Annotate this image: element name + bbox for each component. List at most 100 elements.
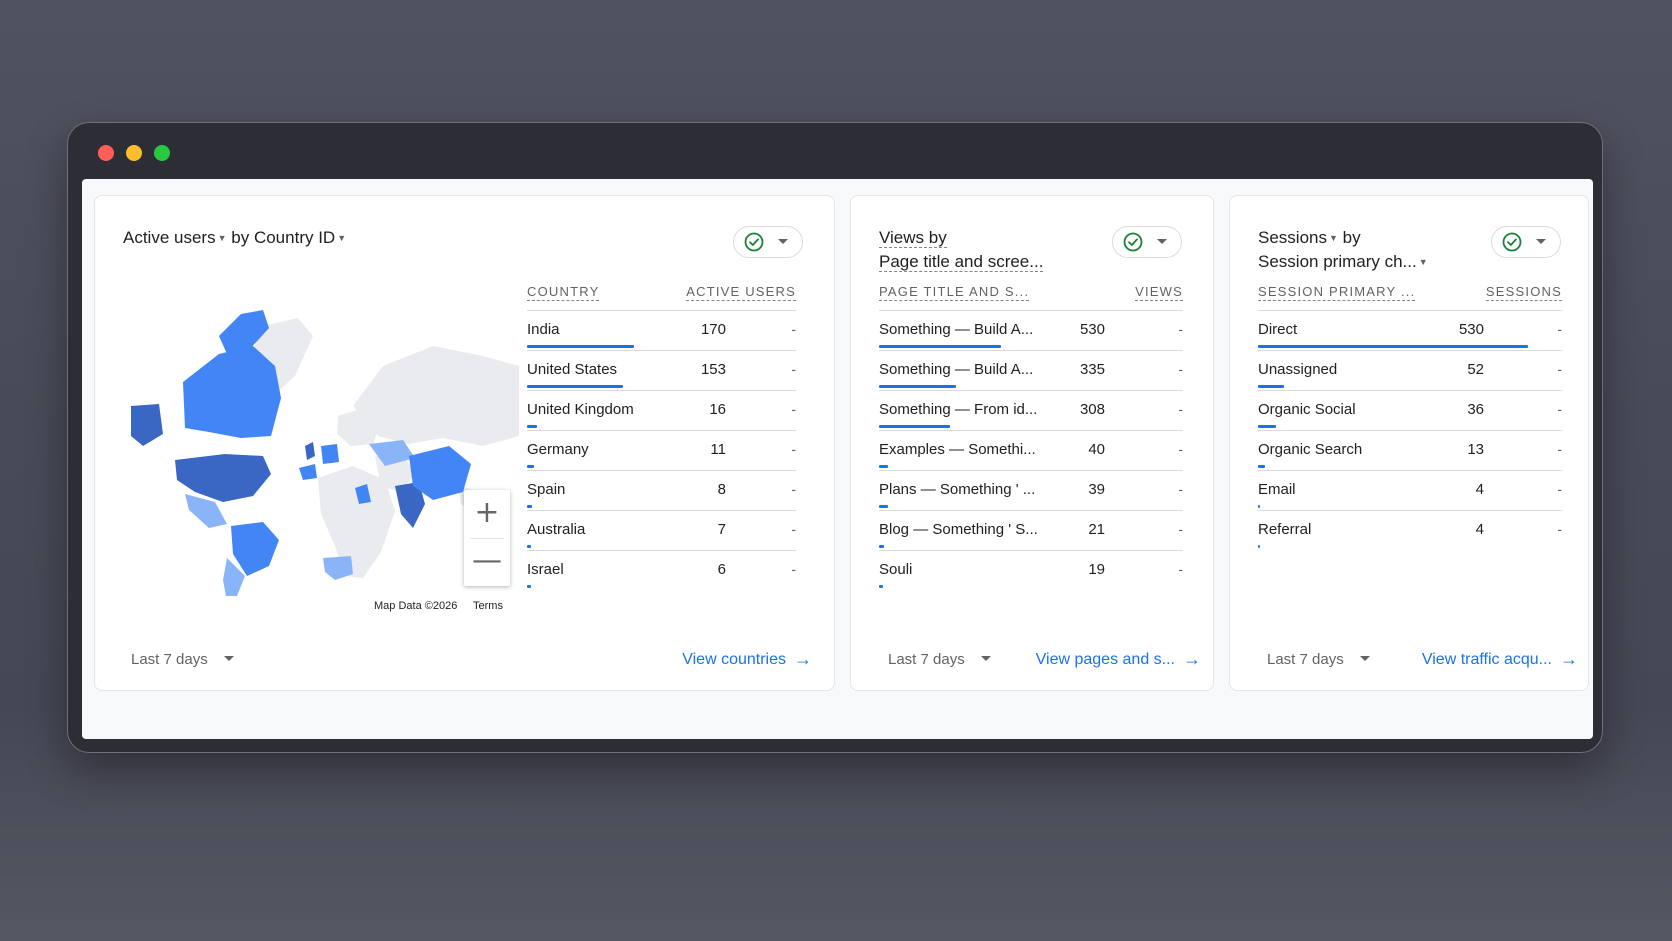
row-label: Germany xyxy=(527,441,589,458)
card-status-chip[interactable] xyxy=(733,226,803,258)
card-status-chip[interactable] xyxy=(1112,226,1182,258)
chevron-down-icon xyxy=(1536,239,1546,244)
dimension-selector[interactable]: Session primary ch... ▼ xyxy=(1258,252,1428,271)
map-zoom-control: + — xyxy=(464,490,510,586)
table-row[interactable]: Australia 7 - xyxy=(527,511,796,551)
row-comparison: - xyxy=(1178,481,1183,497)
row-label: United Kingdom xyxy=(527,401,634,418)
zoom-in-button[interactable]: + xyxy=(464,490,510,538)
date-range-selector[interactable]: Last 7 days xyxy=(131,651,234,668)
metric-selector[interactable]: Views by xyxy=(879,228,947,248)
row-share-bar xyxy=(527,505,532,508)
row-label: India xyxy=(527,321,560,338)
row-share-bar xyxy=(879,505,888,508)
table-row[interactable]: Unassigned 52 - xyxy=(1258,351,1562,391)
table-row[interactable]: Examples — Somethi... 40 - xyxy=(879,431,1183,471)
card-status-chip[interactable] xyxy=(1491,226,1561,258)
row-share-bar xyxy=(1258,345,1528,348)
row-share-bar xyxy=(879,345,1001,348)
row-value: 16 xyxy=(709,401,726,418)
row-value: 19 xyxy=(1088,561,1105,578)
row-value: 21 xyxy=(1088,521,1105,538)
row-label: Direct xyxy=(1258,321,1298,338)
table-row[interactable]: Something — From id... 308 - xyxy=(879,391,1183,431)
table-header: PAGE TITLE AND S... VIEWS xyxy=(879,280,1183,311)
map-usa xyxy=(175,454,271,502)
column-header-active-users[interactable]: ACTIVE USERS xyxy=(686,284,796,301)
metric-label: Sessions xyxy=(1258,228,1327,247)
maximize-window-button[interactable] xyxy=(154,145,170,161)
close-window-button[interactable] xyxy=(98,145,114,161)
table-row[interactable]: Something — Build A... 530 - xyxy=(879,311,1183,351)
table-row[interactable]: Email 4 - xyxy=(1258,471,1562,511)
row-label: Referral xyxy=(1258,521,1312,538)
table-row[interactable]: Direct 530 - xyxy=(1258,311,1562,351)
column-header-sessions[interactable]: SESSIONS xyxy=(1485,284,1562,301)
row-value: 335 xyxy=(1079,361,1105,378)
zoom-out-button[interactable]: — xyxy=(464,538,510,586)
dimension-dropdown-icon: ▼ xyxy=(1418,257,1428,267)
view-pages-link[interactable]: View pages and s... → xyxy=(1036,649,1201,670)
row-value: 36 xyxy=(1467,401,1484,418)
view-traffic-acquisition-link[interactable]: View traffic acqu... → xyxy=(1422,649,1578,670)
window-controls xyxy=(98,145,170,161)
table-row[interactable]: Referral 4 - xyxy=(1258,511,1562,550)
row-value: 40 xyxy=(1088,441,1105,458)
column-header-page-title[interactable]: PAGE TITLE AND S... xyxy=(879,284,1030,301)
row-label: Something — From id... xyxy=(879,401,1038,418)
table-row[interactable]: Israel 6 - xyxy=(527,551,796,590)
row-share-bar xyxy=(527,385,623,388)
arrow-right-icon: → xyxy=(794,649,812,669)
table-header: COUNTRY ACTIVE USERS xyxy=(527,280,796,311)
dashboard-content: Active users ▼ by Country ID ▼ + — Map D… xyxy=(82,179,1593,739)
row-comparison: - xyxy=(1557,361,1562,377)
column-header-session-primary[interactable]: SESSION PRIMARY ... xyxy=(1258,284,1416,301)
row-value: 308 xyxy=(1079,401,1105,418)
table-row[interactable]: Souli 19 - xyxy=(879,551,1183,590)
table-row[interactable]: United States 153 - xyxy=(527,351,796,391)
table-row[interactable]: Organic Social 36 - xyxy=(1258,391,1562,431)
table-row[interactable]: Plans — Something ' ... 39 - xyxy=(879,471,1183,511)
table-row[interactable]: United Kingdom 16 - xyxy=(527,391,796,431)
table-row[interactable]: Something — Build A... 335 - xyxy=(879,351,1183,391)
row-label: Spain xyxy=(527,481,566,498)
table-row[interactable]: India 170 - xyxy=(527,311,796,351)
table-row[interactable]: Blog — Something ' S... 21 - xyxy=(879,511,1183,551)
metric-selector[interactable]: Sessions ▼ xyxy=(1258,228,1338,247)
row-label: Email xyxy=(1258,481,1296,498)
row-value: 8 xyxy=(717,481,726,498)
row-value: 530 xyxy=(1458,321,1484,338)
table-row[interactable]: Spain 8 - xyxy=(527,471,796,511)
table-body: Something — Build A... 530- Something — Bu… xyxy=(879,311,1183,590)
chevron-down-icon xyxy=(1157,239,1167,244)
dimension-selector[interactable]: Country ID ▼ xyxy=(254,228,346,247)
dimension-selector[interactable]: Page title and scree... xyxy=(879,252,1044,272)
link-label: View pages and s... xyxy=(1035,651,1175,668)
row-label: Plans — Something ' ... xyxy=(879,481,1036,498)
map-terms-link[interactable]: Terms xyxy=(473,600,503,612)
row-value: 4 xyxy=(1475,481,1484,498)
column-header-country[interactable]: COUNTRY xyxy=(527,284,600,301)
row-share-bar xyxy=(1258,505,1260,508)
row-share-bar xyxy=(879,465,888,468)
row-label: Souli xyxy=(879,561,913,578)
link-label: View countries xyxy=(682,651,786,668)
row-share-bar xyxy=(1258,385,1284,388)
row-comparison: - xyxy=(1178,361,1183,377)
metric-dropdown-icon: ▼ xyxy=(1328,233,1338,243)
view-countries-link[interactable]: View countries → xyxy=(682,649,812,670)
metric-label: Active users xyxy=(123,228,216,247)
table-row[interactable]: Organic Search 13 - xyxy=(1258,431,1562,471)
world-map[interactable] xyxy=(123,296,519,596)
metric-selector[interactable]: Active users ▼ xyxy=(123,228,227,247)
date-range-selector[interactable]: Last 7 days xyxy=(1267,651,1370,668)
date-range-selector[interactable]: Last 7 days xyxy=(888,651,991,668)
date-range-label: Last 7 days xyxy=(131,651,208,668)
column-header-views[interactable]: VIEWS xyxy=(1135,284,1183,301)
row-value: 530 xyxy=(1079,321,1105,338)
minimize-window-button[interactable] xyxy=(126,145,142,161)
row-comparison: - xyxy=(1557,481,1562,497)
row-comparison: - xyxy=(791,321,796,337)
map-brazil xyxy=(231,522,279,576)
table-row[interactable]: Germany 11 - xyxy=(527,431,796,471)
